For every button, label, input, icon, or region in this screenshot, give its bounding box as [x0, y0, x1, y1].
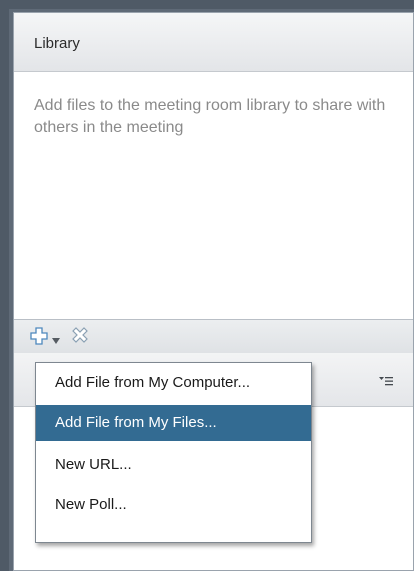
- caret-down-icon[interactable]: [51, 332, 61, 350]
- menu-item-add-file-from-computer[interactable]: Add File from My Computer...: [36, 365, 311, 401]
- window-frame-top: [0, 0, 414, 9]
- library-title: Library: [34, 35, 80, 52]
- menu-item-new-url[interactable]: New URL...: [36, 447, 311, 483]
- menu-item-add-file-from-my-files[interactable]: Add File from My Files...: [36, 405, 311, 441]
- sort-menu-icon[interactable]: [379, 373, 393, 391]
- plus-icon[interactable]: [29, 326, 49, 351]
- library-toolbar: [14, 319, 413, 353]
- add-menu: Add File from My Computer... Add File fr…: [35, 362, 312, 543]
- window-frame-left: [0, 0, 9, 571]
- library-empty-message: Add files to the meeting room library to…: [34, 97, 386, 136]
- remove-icon[interactable]: [71, 326, 89, 349]
- menu-item-new-poll[interactable]: New Poll...: [36, 487, 311, 523]
- library-header: Library: [14, 13, 413, 72]
